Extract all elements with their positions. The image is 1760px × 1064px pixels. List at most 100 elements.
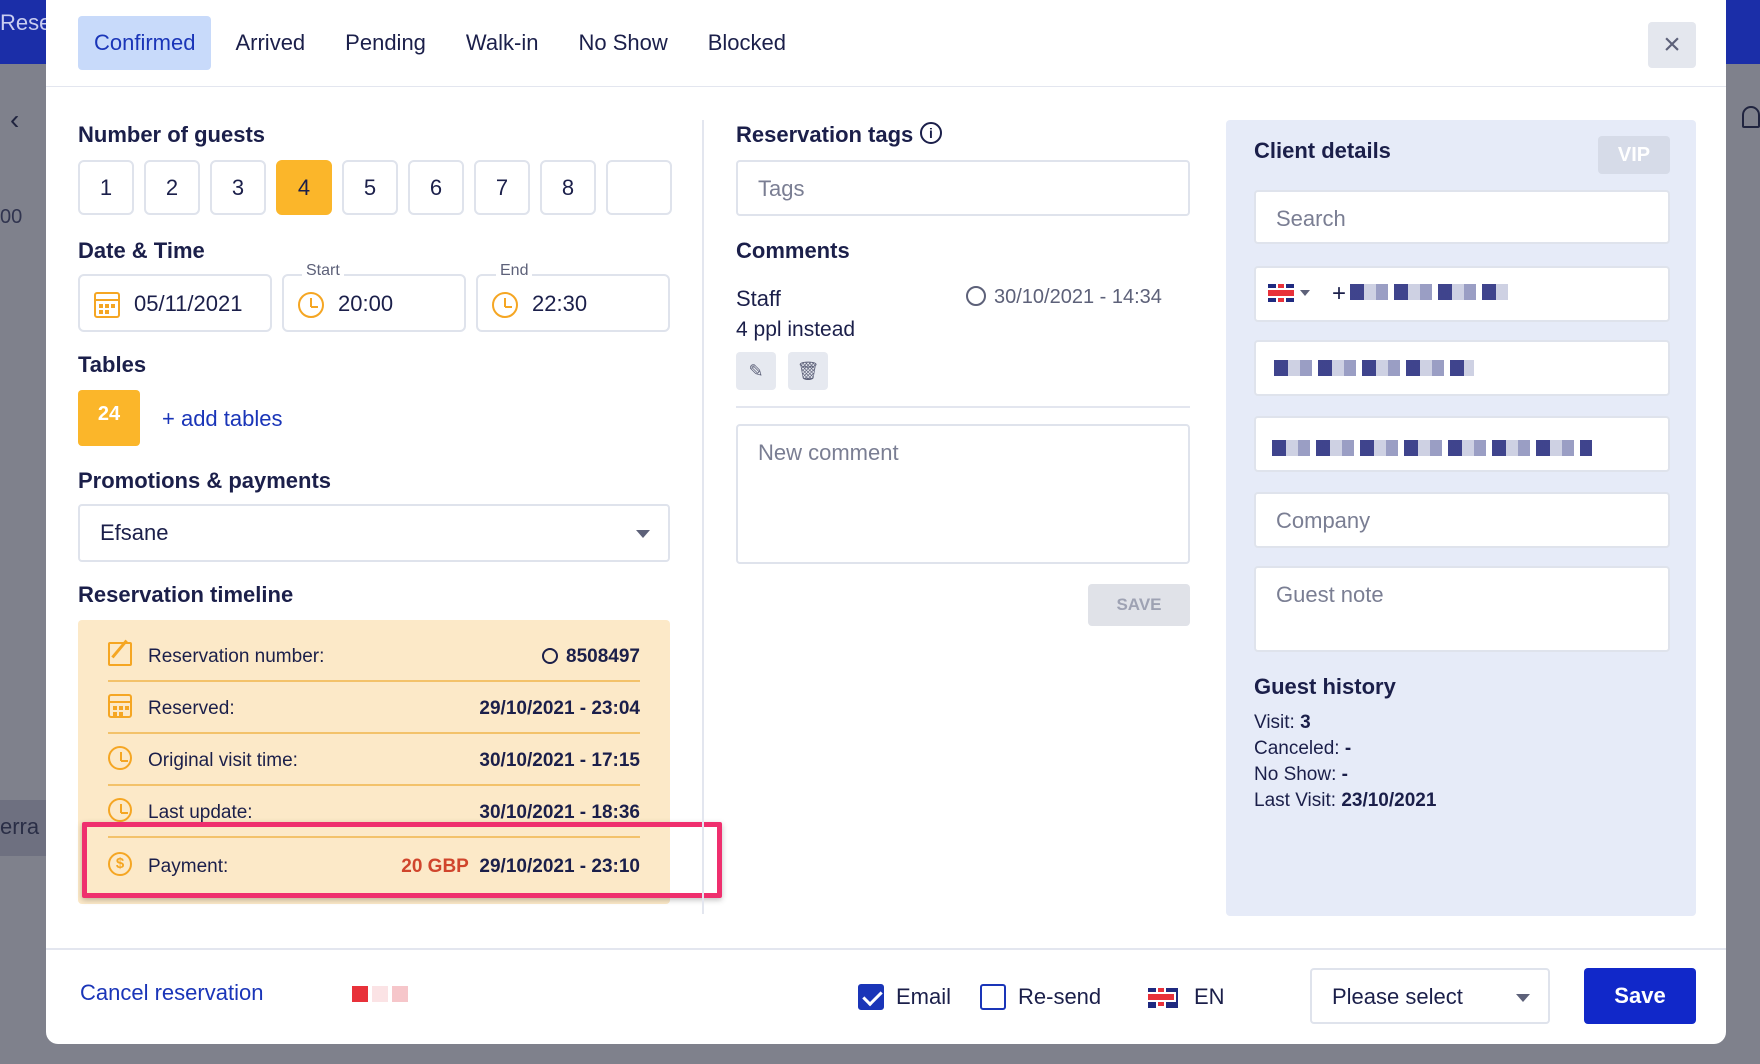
timeline-row-label: Reserved:	[148, 698, 235, 719]
phone-redacted	[1350, 284, 1508, 300]
guest-option-7[interactable]: 7	[474, 160, 530, 215]
close-icon[interactable]: ×	[1648, 22, 1696, 68]
chevron-down-icon	[636, 530, 650, 538]
guest-note-textarea[interactable]: Guest note	[1254, 566, 1670, 652]
timeline-row-reserved: Reserved: 29/10/2021 - 23:04	[108, 682, 640, 734]
comment-author: Staff	[736, 286, 781, 311]
info-icon[interactable]: i	[920, 122, 942, 144]
promotions-select[interactable]: Efsane	[78, 504, 670, 562]
tags-placeholder: Tags	[758, 176, 805, 201]
reservation-number-value: 8508497	[566, 646, 640, 667]
save-button[interactable]: Save	[1584, 968, 1696, 1024]
background-hour-label: 00	[0, 206, 23, 228]
table-chip[interactable]: 24	[78, 390, 140, 446]
background-back-icon: ‹	[10, 104, 20, 135]
edit-note-icon	[108, 642, 132, 666]
chevron-down-icon	[1516, 994, 1530, 1002]
new-comment-placeholder: New comment	[758, 440, 899, 465]
status-dot	[372, 986, 388, 1002]
guest-option-1[interactable]: 1	[78, 160, 134, 215]
guest-option-5[interactable]: 5	[342, 160, 398, 215]
tab-no-show[interactable]: No Show	[562, 16, 683, 70]
language-label[interactable]: EN	[1194, 984, 1225, 1010]
clock-icon	[492, 292, 518, 318]
save-comment-button[interactable]: SAVE	[1088, 584, 1190, 626]
cancel-reservation-link[interactable]: Cancel reservation	[80, 980, 263, 1006]
comments-divider	[736, 406, 1190, 408]
end-time-field[interactable]: End 22:30	[476, 262, 670, 332]
start-time-field[interactable]: Start 20:00	[282, 262, 466, 332]
timeline-label: Reservation timeline	[78, 582, 294, 607]
clock-icon	[108, 798, 132, 822]
email-redacted	[1272, 440, 1592, 456]
guest-custom-input[interactable]	[606, 160, 672, 215]
date-value: 05/11/2021	[134, 291, 243, 316]
uk-flag-icon[interactable]	[1268, 284, 1294, 302]
background-side-label: erra	[0, 800, 46, 856]
uk-flag-icon[interactable]	[1148, 988, 1178, 1008]
timeline-row-label: Original visit time:	[148, 750, 298, 771]
tags-label: Reservation tags	[736, 122, 914, 147]
guest-option-4[interactable]: 4	[276, 160, 332, 215]
timeline-row-value: 30/10/2021 - 18:36	[479, 802, 640, 823]
company-placeholder: Company	[1276, 508, 1371, 533]
date-field[interactable]: 05/11/2021	[78, 274, 272, 332]
datetime-label: Date & Time	[78, 238, 205, 263]
guest-option-3[interactable]: 3	[210, 160, 266, 215]
comment-text: 4 ppl instead	[736, 318, 856, 341]
timeline-row-value: 30/10/2021 - 17:15	[479, 750, 640, 771]
phone-prefix: +	[1332, 280, 1347, 307]
start-time-value: 20:00	[338, 291, 394, 316]
tab-blocked[interactable]: Blocked	[692, 16, 802, 70]
reservation-modal: Confirmed Arrived Pending Walk-in No Sho…	[46, 0, 1726, 1044]
tables-label: Tables	[78, 352, 147, 377]
company-input[interactable]: Company	[1254, 492, 1670, 548]
comment-timestamp: 30/10/2021 - 14:34	[966, 286, 1162, 309]
payment-highlight-box	[82, 822, 722, 898]
guests-label: Number of guests	[78, 122, 266, 147]
tab-walk-in[interactable]: Walk-in	[450, 16, 555, 70]
resend-checkbox[interactable]	[980, 984, 1006, 1010]
background-bell-icon	[1742, 106, 1760, 128]
status-dots	[352, 986, 408, 1002]
client-search-input[interactable]: Search	[1254, 190, 1670, 244]
status-tabs: Confirmed Arrived Pending Walk-in No Sho…	[78, 16, 802, 70]
tags-input[interactable]: Tags	[736, 160, 1190, 216]
guest-option-6[interactable]: 6	[408, 160, 464, 215]
history-last-visit: Last Visit: 23/10/2021	[1254, 790, 1437, 811]
vip-toggle[interactable]: VIP	[1598, 136, 1670, 174]
tab-confirmed[interactable]: Confirmed	[78, 16, 212, 70]
client-search-placeholder: Search	[1276, 206, 1346, 231]
notification-select-value: Please select	[1332, 984, 1463, 1009]
history-visit: Visit: 3	[1254, 712, 1311, 733]
guest-count-selector: 1 2 3 4 5 6 7 8	[78, 160, 672, 215]
calendar-icon	[94, 292, 120, 318]
notification-select[interactable]: Please select	[1310, 968, 1550, 1024]
name-redacted	[1274, 360, 1474, 376]
trash-icon[interactable]: 🗑	[788, 352, 828, 390]
status-dot	[392, 986, 408, 1002]
globe-icon	[542, 648, 559, 664]
timeline-row-number: Reservation number: 8508497	[108, 630, 640, 682]
new-comment-textarea[interactable]: New comment	[736, 424, 1190, 564]
tab-arrived[interactable]: Arrived	[219, 16, 321, 70]
add-tables-link[interactable]: + add tables	[162, 406, 282, 432]
start-time-label: Start	[302, 262, 344, 280]
calendar-icon	[108, 694, 132, 718]
guest-note-placeholder: Guest note	[1276, 582, 1384, 607]
guest-option-2[interactable]: 2	[144, 160, 200, 215]
pencil-icon[interactable]: ✎	[736, 352, 776, 390]
email-checkbox[interactable]	[858, 984, 884, 1010]
clock-icon	[298, 292, 324, 318]
timeline-row-value: 8508497	[542, 646, 640, 668]
tab-pending[interactable]: Pending	[329, 16, 442, 70]
history-canceled: Canceled: -	[1254, 738, 1352, 759]
guest-option-8[interactable]: 8	[540, 160, 596, 215]
client-name-field[interactable]	[1254, 340, 1670, 396]
timeline-row-value: 29/10/2021 - 23:04	[479, 698, 640, 719]
client-email-field[interactable]	[1254, 416, 1670, 472]
resend-label: Re-send	[1018, 984, 1102, 1009]
timeline-row-original-visit: Original visit time: 30/10/2021 - 17:15	[108, 734, 640, 786]
phone-field[interactable]: +	[1254, 266, 1670, 322]
end-time-value: 22:30	[532, 291, 588, 316]
